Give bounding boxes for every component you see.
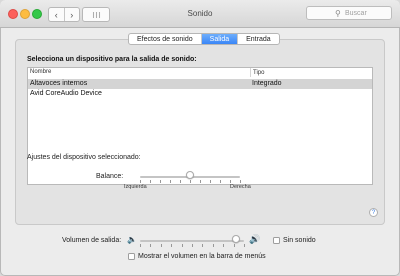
slider-tick [192, 244, 193, 247]
balance-label: Balance: [96, 173, 124, 180]
output-panel: Selecciona un dispositivo para la salida… [15, 39, 385, 225]
search-placeholder: Buscar [345, 10, 367, 17]
slider-tick [160, 244, 162, 247]
slider-tick [140, 180, 141, 183]
search-field[interactable]: ⚲ Buscar [306, 6, 392, 20]
help-button[interactable]: ? [369, 208, 378, 217]
slider-tick [150, 180, 151, 183]
slider-tick [233, 244, 235, 247]
table-row[interactable]: Avid CoreAudio Device [28, 89, 372, 99]
slider-tick [230, 180, 231, 183]
device-table: Nombre Tipo Altavoces internos Integrado… [27, 67, 373, 185]
show-volume-menubar-checkbox[interactable] [128, 253, 135, 260]
slider-tick [220, 180, 221, 183]
balance-right-label: Derecha [230, 184, 251, 190]
slider-tick [171, 244, 173, 247]
slider-tick [170, 180, 171, 183]
slider-tick [244, 244, 245, 247]
column-header-name[interactable]: Nombre [30, 69, 51, 75]
titlebar: ‹ › Sonido ⚲ Buscar [0, 0, 400, 28]
slider-tick [190, 180, 191, 183]
device-name: Altavoces internos [30, 80, 88, 87]
slider-tick [212, 244, 214, 247]
volume-slider-knob[interactable] [231, 235, 240, 243]
mute-checkbox[interactable] [273, 237, 280, 244]
slider-tick [202, 244, 204, 247]
table-row[interactable]: Altavoces internos Integrado [28, 79, 372, 89]
speaker-high-icon: 🔊 [249, 234, 261, 244]
tab-sound-effects[interactable]: Efectos de sonido [129, 34, 201, 44]
question-mark-icon: ? [371, 210, 376, 216]
slider-tick [180, 180, 181, 183]
show-volume-menubar-label[interactable]: Mostrar el volumen en la barra de menús [138, 253, 266, 260]
mute-label[interactable]: Sin sonido [283, 237, 316, 244]
tab-bar: Efectos de sonido Salida Entrada [128, 33, 280, 45]
device-name: Avid CoreAudio Device [30, 90, 102, 97]
slider-tick [240, 180, 241, 183]
slider-tick [140, 244, 141, 247]
slider-tick [150, 244, 152, 247]
column-header-type[interactable]: Tipo [250, 68, 264, 77]
slider-tick [210, 180, 211, 183]
tab-input[interactable]: Entrada [237, 34, 279, 44]
volume-slider-track[interactable] [140, 240, 244, 242]
volume-ticks [140, 244, 245, 247]
slider-tick [200, 180, 201, 183]
search-icon: ⚲ [335, 9, 341, 18]
slider-tick [160, 180, 161, 183]
output-heading: Selecciona un dispositivo para la salida… [27, 56, 197, 63]
balance-ticks [140, 180, 241, 183]
balance-slider-knob[interactable] [186, 171, 194, 179]
speaker-low-icon: 🔈 [127, 235, 137, 244]
slider-tick [181, 244, 183, 247]
device-type: Integrado [252, 80, 282, 87]
slider-tick [223, 244, 225, 247]
device-settings-heading: Ajustes del dispositivo seleccionado: [27, 154, 141, 161]
tab-output[interactable]: Salida [200, 34, 238, 44]
output-volume-label: Volumen de salida: [62, 237, 122, 244]
balance-left-label: Izquierda [124, 184, 147, 190]
sound-preferences-window: ‹ › Sonido ⚲ Buscar Efectos de sonido Sa… [0, 0, 400, 276]
